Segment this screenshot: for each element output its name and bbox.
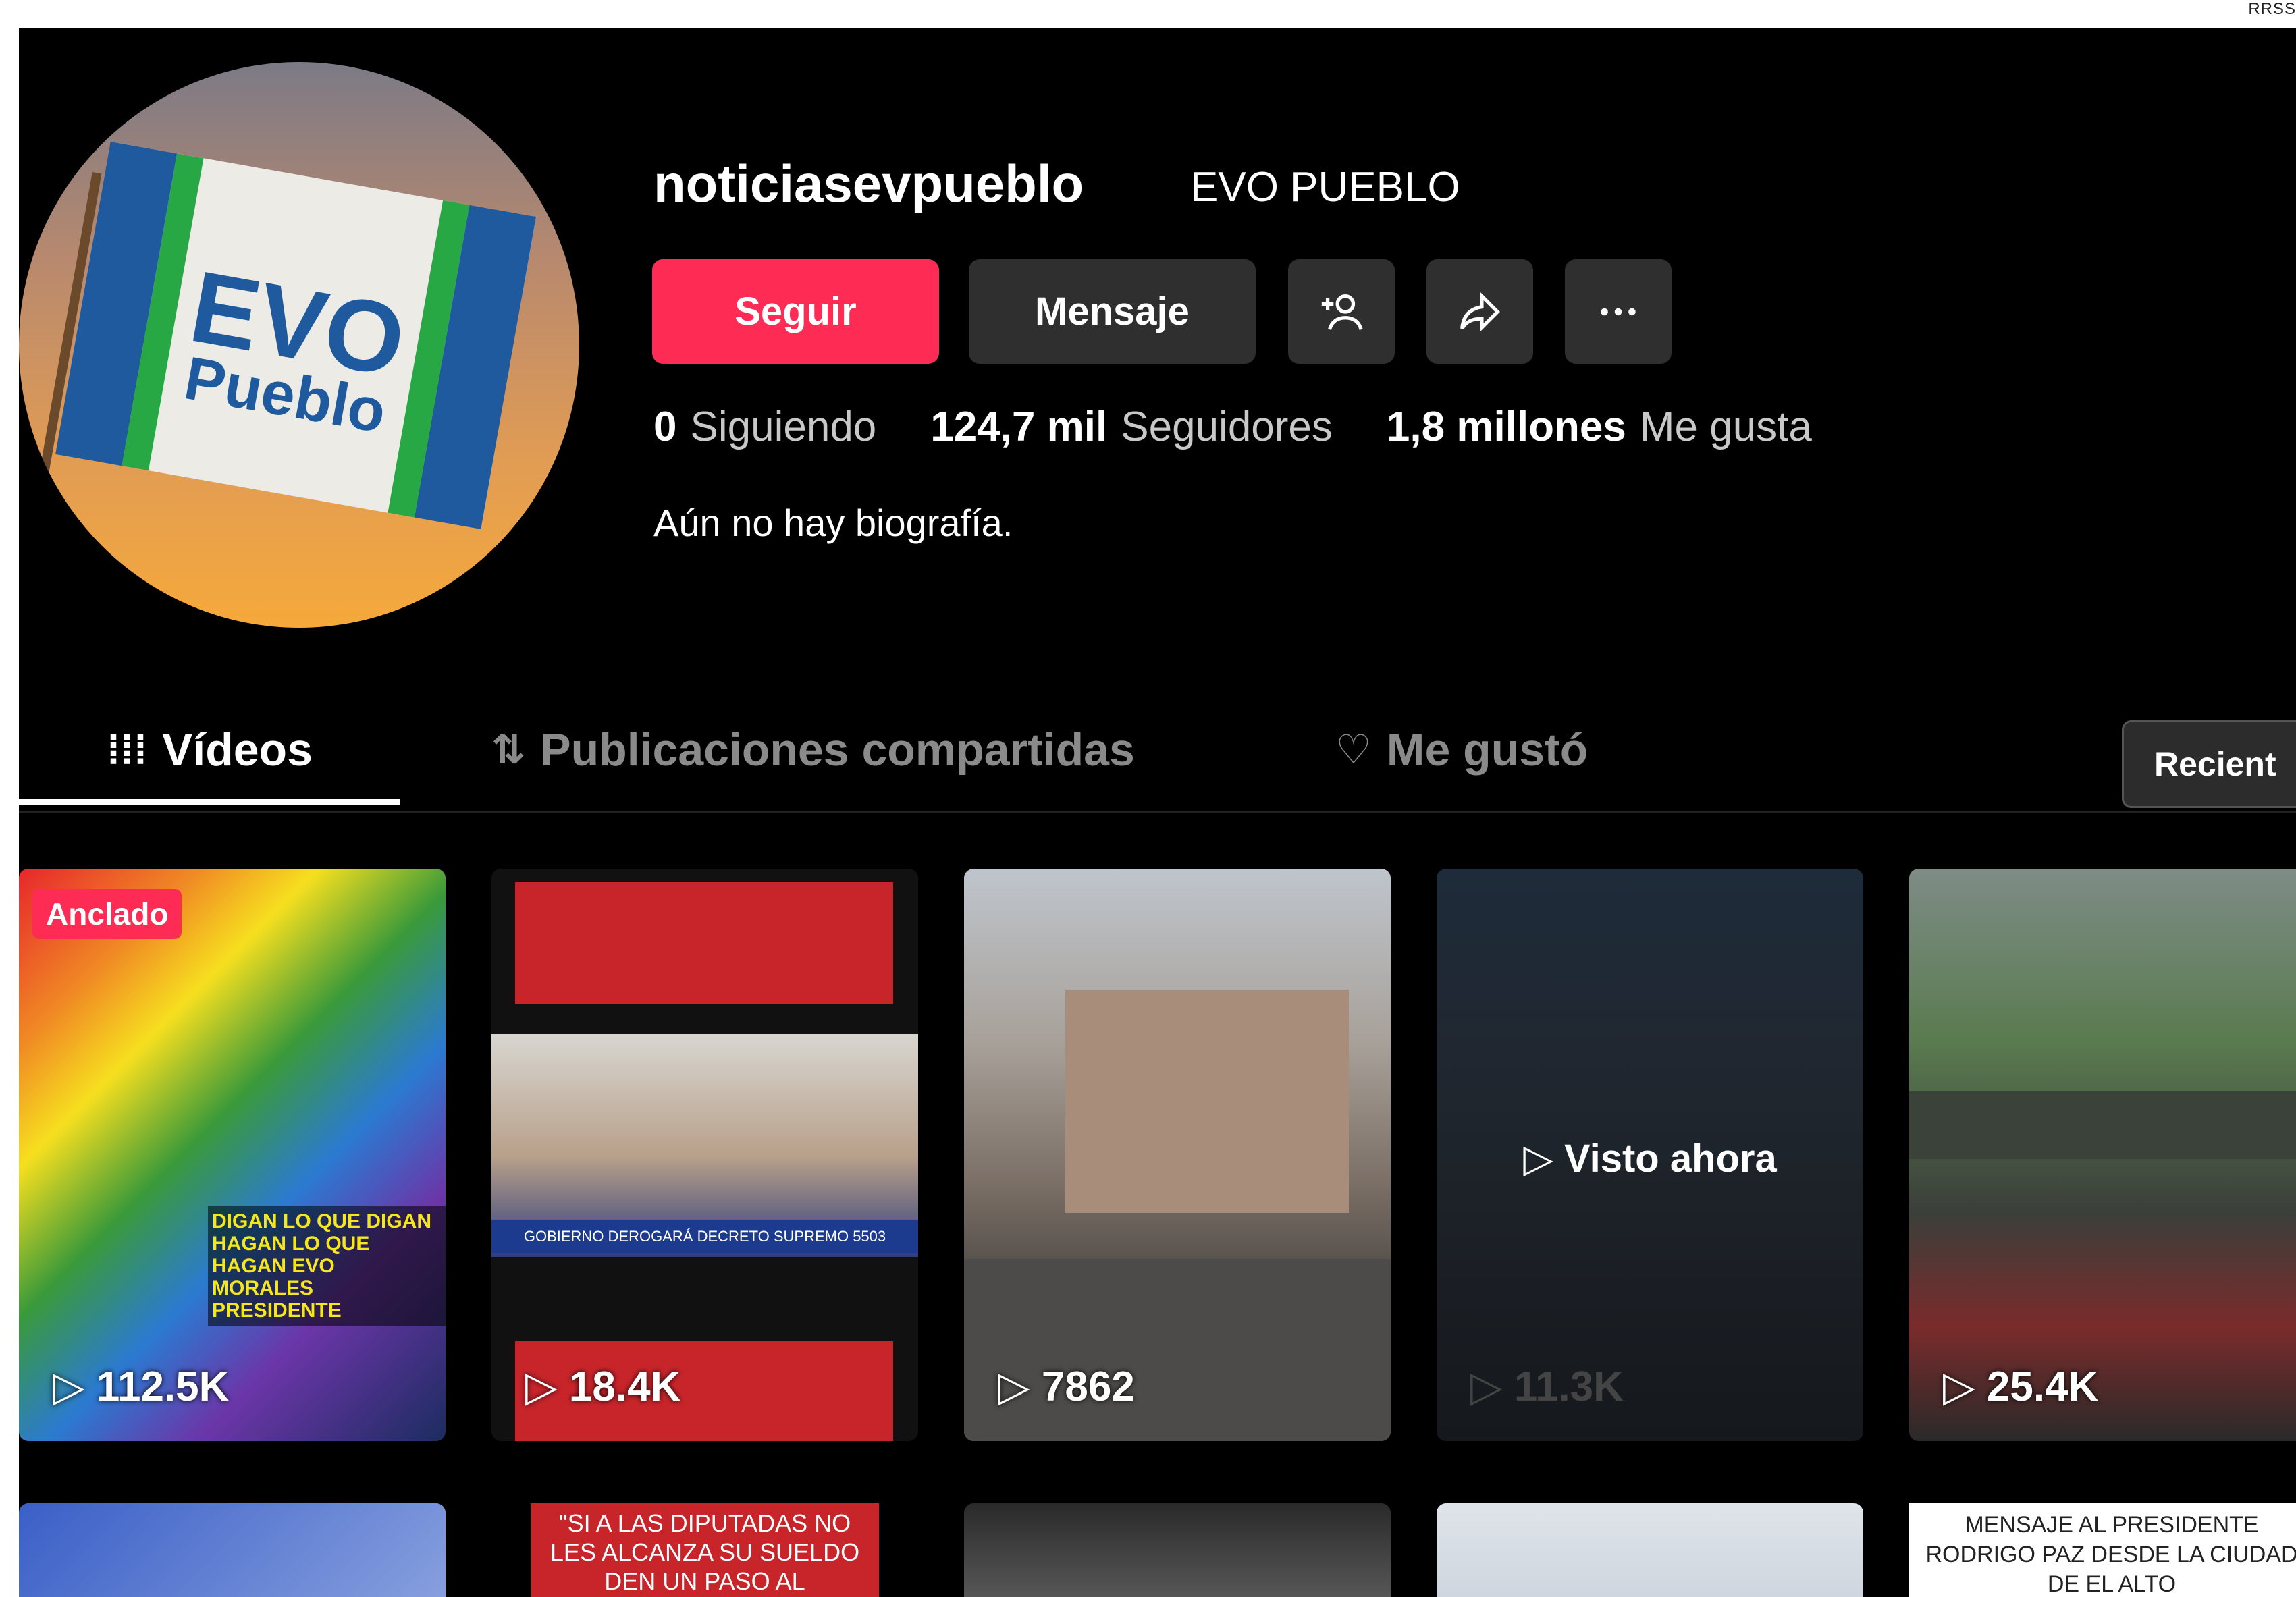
bio: Aún no hay biografía. bbox=[653, 502, 1013, 544]
tab-videos[interactable]: ⁞⁞⁞ Vídeos bbox=[107, 724, 313, 776]
video-caption-text: MENSAJE AL PRESIDENTE RODRIGO PAZ DESDE … bbox=[1925, 1512, 2296, 1597]
profile-tabs: ⁞⁞⁞ Vídeos ⇅ Publicaciones compartidas ♡… bbox=[19, 710, 2296, 813]
play-icon: ▷ bbox=[53, 1363, 97, 1410]
play-icon: ▷ bbox=[525, 1363, 569, 1410]
more-options-button[interactable] bbox=[1565, 259, 1672, 364]
video-card[interactable] bbox=[1437, 1503, 1863, 1597]
share-button[interactable] bbox=[1426, 259, 1533, 364]
view-count: ▷ 7862 bbox=[998, 1363, 1135, 1410]
video-card[interactable]: "SI A LAS DIPUTADAS NO LES ALCANZA SU SU… bbox=[491, 1503, 918, 1597]
add-person-icon bbox=[1321, 294, 1363, 330]
follow-button[interactable]: Seguir bbox=[652, 259, 939, 364]
video-card[interactable] bbox=[964, 1503, 1391, 1597]
avatar[interactable]: EVO Pueblo bbox=[19, 62, 579, 628]
video-thumbnail-scene bbox=[1065, 990, 1349, 1213]
active-tab-indicator bbox=[19, 799, 400, 805]
video-thumbnail-road bbox=[964, 1259, 1391, 1441]
video-card[interactable]: ▷ Visto ahora ▷ 11.3K bbox=[1437, 869, 1863, 1441]
corner-label: RRSS bbox=[2248, 0, 2296, 18]
profile-stats: 0 Siguiendo 124,7 mil Seguidores 1,8 mil… bbox=[653, 403, 1866, 451]
tab-shared-posts[interactable]: ⇅ Publicaciones compartidas bbox=[491, 724, 1135, 776]
add-friend-button[interactable] bbox=[1288, 259, 1395, 364]
ellipsis-icon bbox=[1601, 308, 1636, 315]
username: noticiasevpueblo bbox=[653, 154, 1084, 213]
video-card[interactable] bbox=[19, 1503, 446, 1597]
video-caption-text: "SI A LAS DIPUTADAS NO LES ALCANZA SU SU… bbox=[531, 1503, 879, 1597]
tv-caption: GOBIERNO DEROGARÁ DECRETO SUPREMO 5503 bbox=[491, 1220, 918, 1253]
following-count[interactable]: 0 bbox=[653, 403, 676, 451]
tab-liked[interactable]: ♡ Me gustó bbox=[1335, 724, 1588, 776]
sort-recent-button[interactable]: Recient bbox=[2122, 720, 2296, 808]
hidden-heart-icon: ♡ bbox=[1335, 727, 1372, 772]
grid-icon: ⁞⁞⁞ bbox=[107, 727, 147, 773]
video-card[interactable]: GOBIERNO DEROGARÁ DECRETO SUPREMO 5503 ▷… bbox=[491, 869, 918, 1441]
tab-shared-label: Publicaciones compartidas bbox=[540, 724, 1135, 776]
following-label: Siguiendo bbox=[690, 404, 877, 450]
video-text-box bbox=[515, 882, 893, 1004]
pinned-badge: Anclado bbox=[32, 889, 182, 939]
play-icon: ▷ bbox=[1470, 1363, 1514, 1410]
repost-icon: ⇅ bbox=[491, 727, 526, 772]
followers-label: Seguidores bbox=[1121, 404, 1333, 450]
watched-now-label: ▷ Visto ahora bbox=[1523, 1137, 1777, 1181]
view-count: ▷ 11.3K bbox=[1470, 1363, 1624, 1410]
video-thumbnail-scene bbox=[1909, 1091, 2296, 1159]
video-card[interactable]: MENSAJE AL PRESIDENTE RODRIGO PAZ DESDE … bbox=[1909, 1503, 2296, 1597]
nickname: EVO PUEBLO bbox=[1190, 164, 1460, 211]
avatar-flag: EVO Pueblo bbox=[55, 142, 536, 529]
likes-count: 1,8 millones bbox=[1386, 404, 1626, 450]
share-arrow-icon bbox=[1460, 291, 1500, 332]
play-icon: ▷ bbox=[1943, 1363, 1987, 1410]
view-count: ▷ 112.5K bbox=[53, 1363, 230, 1410]
followers-count[interactable]: 124,7 mil bbox=[930, 403, 1107, 451]
profile-page: EVO Pueblo noticiasevpueblo EVO PUEBLO S… bbox=[19, 28, 2296, 1597]
tab-videos-label: Vídeos bbox=[161, 724, 313, 776]
video-card[interactable]: Anclado DIGAN LO QUE DIGAN HAGAN LO QUE … bbox=[19, 869, 446, 1441]
tab-liked-label: Me gustó bbox=[1386, 724, 1588, 776]
view-count: ▷ 25.4K bbox=[1943, 1363, 2099, 1410]
likes-label: Me gusta bbox=[1639, 404, 1812, 450]
play-icon: ▷ bbox=[1523, 1137, 1564, 1181]
video-overlay-text: DIGAN LO QUE DIGAN HAGAN LO QUE HAGAN EV… bbox=[208, 1206, 446, 1326]
play-icon: ▷ bbox=[998, 1363, 1042, 1410]
video-card[interactable]: ▷ 7862 bbox=[964, 869, 1391, 1441]
message-button[interactable]: Mensaje bbox=[969, 259, 1256, 364]
view-count: ▷ 18.4K bbox=[525, 1363, 681, 1410]
video-card[interactable]: ▷ 25.4K bbox=[1909, 869, 2296, 1441]
